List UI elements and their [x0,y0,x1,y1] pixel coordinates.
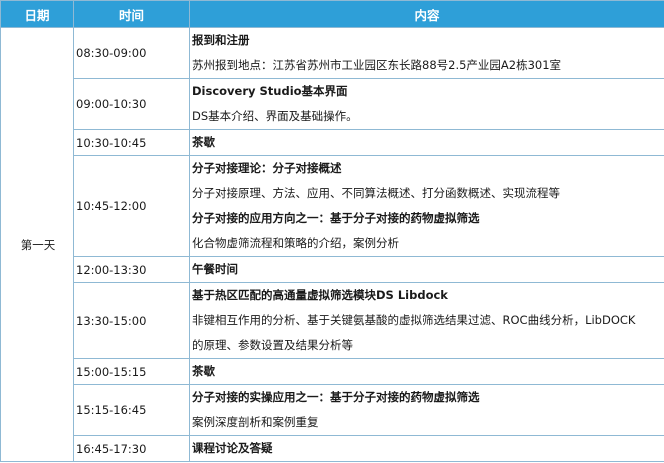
session-content: 茶歇 [189,129,664,156]
session-content: Discovery Studio基本界面 DS基本介绍、界面及基础操作。 [189,78,664,130]
session-detail: 苏州报到地点：江苏省苏州市工业园区东长路88号2.5产业园A2栋301室 [192,58,562,72]
table-row: 15:15-16:45 分子对接的实操应用之一：基于分子对接的药物虚拟筛选 案例深度… [1,384,664,436]
time-slot: 16:45-17:30 [73,435,190,462]
time-slot: 15:00-15:15 [73,358,190,385]
session-title: 基于热区匹配的高通量虚拟筛选模块DS Libdock [192,288,448,302]
session-content: 课程讨论及答疑 [189,435,664,462]
session-title: 课程讨论及答疑 [192,441,273,455]
table-row: 16:45-17:30 课程讨论及答疑 [1,435,664,462]
session-content: 报到和注册苏州报到地点：江苏省苏州市工业园区东长路88号2.5产业园A2栋301… [189,27,664,79]
header-row: 日期 时间 内容 [0,0,664,28]
session-detail: 非键相互作用的分析、基于关键氨基酸的虚拟筛选结果过滤、ROC曲线分析，LibDO… [192,313,636,327]
table-row: 第一天 08:30-09:00 报到和注册苏州报到地点：江苏省苏州市工业园区东长路8… [0,27,664,462]
session-title: 报到和注册 [192,33,250,47]
table-row: 15:00-15:15 茶歇 [1,358,664,385]
header-content: 内容 [189,0,664,28]
session-detail: DS基本介绍、界面及基础操作。 [192,109,358,123]
time-slot: 09:00-10:30 [73,78,190,130]
time-slot: 13:30-15:00 [73,282,190,359]
session-detail: 案例深度剖析和案例重复 [192,415,319,429]
table-row: 10:45-12:00 分子对接理论：分子对接概述分子对接原理、方法、应用、不同算… [1,155,664,257]
session-title: 分子对接理论：分子对接概述 [192,161,342,175]
session-content: 午餐时间 [189,256,664,283]
time-slot: 10:45-12:00 [73,155,190,257]
session-detail: 分子对接原理、方法、应用、不同算法概述、打分函数概述、实现流程等 [192,186,560,200]
session-title: 分子对接的应用方向之一：基于分子对接的药物虚拟筛选 [192,211,480,225]
session-title: 午餐时间 [192,262,238,276]
time-slot: 12:00-13:30 [73,256,190,283]
table-row: 13:30-15:00 基于热区匹配的高通量虚拟筛选模块DS Libdock 非键相… [1,282,664,359]
header-date: 日期 [0,0,74,28]
time-slot: 15:15-16:45 [73,384,190,436]
session-title: Discovery Studio基本界面 [192,84,348,98]
session-title: 分子对接的实操应用之一：基于分子对接的药物虚拟筛选 [192,390,480,404]
session-content: 分子对接的实操应用之一：基于分子对接的药物虚拟筛选 案例深度剖析和案例重复 [189,384,664,436]
session-content: 基于热区匹配的高通量虚拟筛选模块DS Libdock 非键相互作用的分析、基于关键… [189,282,664,359]
session-detail: 的原理、参数设置及结果分析等 [192,338,353,352]
time-slot: 08:30-09:00 [73,27,190,79]
session-content: 茶歇 [189,358,664,385]
schedule-table: 日期 时间 内容 第一天 08:30-09:00 报到和注册苏州报到地点：江苏省苏州… [0,0,664,462]
header-time: 时间 [73,0,190,28]
session-detail: 化合物虚筛流程和策略的介绍，案例分析 [192,236,399,250]
time-slot: 10:30-10:45 [73,129,190,156]
day-label: 第一天 [0,27,74,462]
schedule-body: 第一天 08:30-09:00 报到和注册苏州报到地点：江苏省苏州市工业园区东长路8… [0,27,664,462]
session-title: 茶歇 [192,364,215,378]
table-row: 10:30-10:45 茶歇 [1,129,664,156]
table-row: 09:00-10:30 Discovery Studio基本界面 DS基本介绍、界面… [1,78,664,130]
session-content: 分子对接理论：分子对接概述分子对接原理、方法、应用、不同算法概述、打分函数概述、… [189,155,664,257]
session-title: 茶歇 [192,135,215,149]
table-row: 12:00-13:30 午餐时间 [1,256,664,283]
